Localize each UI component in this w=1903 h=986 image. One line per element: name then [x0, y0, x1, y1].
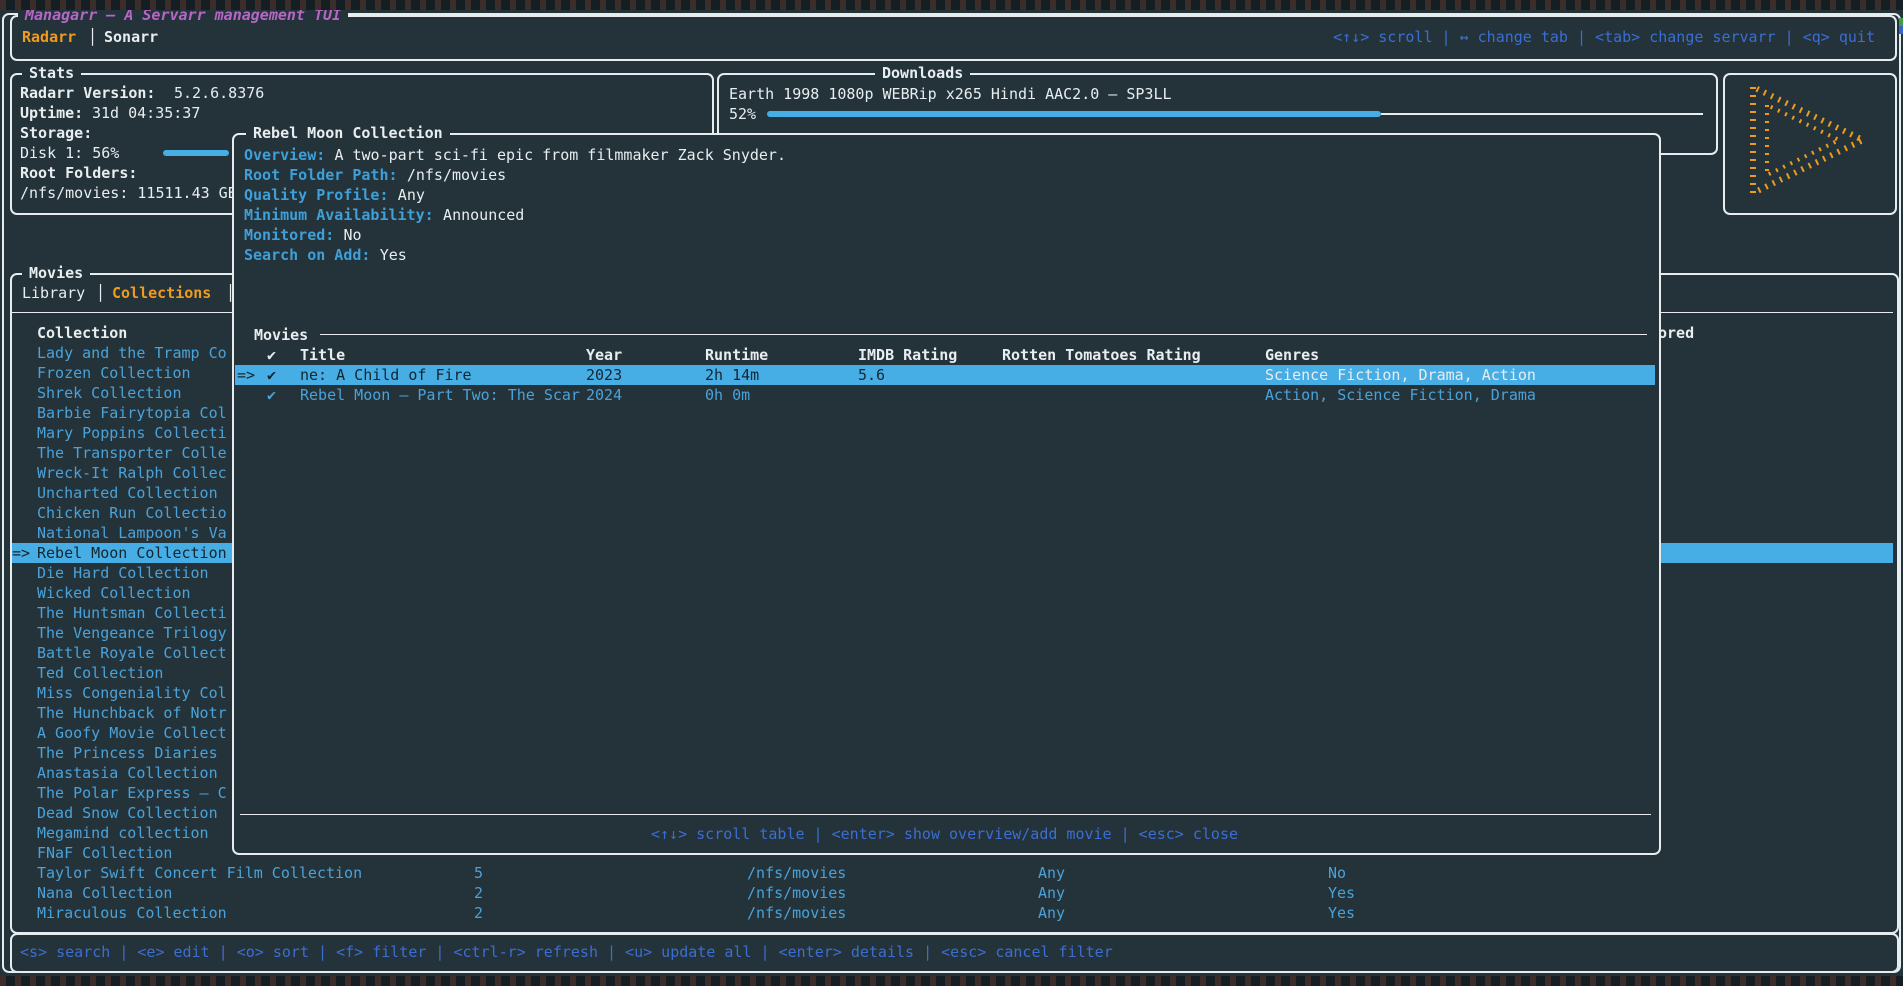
- collection-list-item[interactable]: Rebel Moon Collection: [37, 543, 227, 563]
- modal-field-value: Announced: [443, 205, 524, 225]
- collection-list-item[interactable]: Barbie Fairytopia Col: [37, 403, 227, 423]
- collection-list-item[interactable]: The Transporter Colle: [37, 443, 227, 463]
- collection-quality-profile: Any: [1038, 863, 1065, 883]
- modal-field-label: Search on Add:: [244, 245, 370, 265]
- modal-footer-divider: [240, 814, 1651, 815]
- collection-monitored-flag: Yes: [1328, 903, 1355, 923]
- collection-list-item[interactable]: Miss Congeniality Col: [37, 683, 227, 703]
- collection-list-item[interactable]: FNaF Collection: [37, 843, 172, 863]
- collection-list-item[interactable]: Shrek Collection: [37, 383, 182, 403]
- modal-movies-divider: [320, 334, 1647, 335]
- collection-list-item[interactable]: National Lampoon's Va: [37, 523, 227, 543]
- movies-table-header-runtime: Runtime: [705, 345, 768, 365]
- modal-field-label: Minimum Availability:: [244, 205, 434, 225]
- collection-list-item[interactable]: Mary Poppins Collecti: [37, 423, 227, 443]
- modal-field-label: Root Folder Path:: [244, 165, 398, 185]
- collection-monitored-flag: No: [1328, 863, 1346, 883]
- collection-list-item[interactable]: Lady and the Tramp Co: [37, 343, 227, 363]
- collection-root-folder: /nfs/movies: [747, 903, 846, 923]
- collection-list-item[interactable]: Chicken Run Collectio: [37, 503, 227, 523]
- collection-monitored-flag: Yes: [1328, 883, 1355, 903]
- collection-list-item[interactable]: Taylor Swift Concert Film Collection: [37, 863, 362, 883]
- collection-list-item[interactable]: The Polar Express – C: [37, 783, 227, 803]
- collection-list-item[interactable]: Ted Collection: [37, 663, 163, 683]
- modal-field-value: A two-part sci-fi epic from filmmaker Za…: [334, 145, 786, 165]
- collection-list-item[interactable]: The Huntsman Collecti: [37, 603, 227, 623]
- collection-list-item[interactable]: Wreck-It Ralph Collec: [37, 463, 227, 483]
- collection-movie-count: 2: [474, 903, 483, 923]
- collection-list-item[interactable]: Wicked Collection: [37, 583, 191, 603]
- movies-table-header-genres: Genres: [1265, 345, 1319, 365]
- collection-list-item[interactable]: Frozen Collection: [37, 363, 191, 383]
- movie-table-row[interactable]: [235, 385, 1655, 405]
- collection-list-item[interactable]: Miraculous Collection: [37, 903, 227, 923]
- collection-list-item[interactable]: A Goofy Movie Collect: [37, 723, 227, 743]
- modal-keybindings: <↑↓> scroll table | <enter> show overvie…: [234, 824, 1655, 844]
- collection-list-item[interactable]: The Princess Diaries: [37, 743, 218, 763]
- modal-movies-title: Movies: [254, 325, 308, 345]
- modal-title: Rebel Moon Collection: [246, 123, 450, 143]
- modal-field-label: Overview:: [244, 145, 325, 165]
- collection-list-item[interactable]: Die Hard Collection: [37, 563, 209, 583]
- collection-list-item[interactable]: Anastasia Collection: [37, 763, 218, 783]
- modal-field-value: No: [344, 225, 362, 245]
- collection-details-modal: Rebel Moon Collection Overview:A two-par…: [232, 133, 1661, 855]
- collection-list-item[interactable]: Megamind collection: [37, 823, 209, 843]
- managarr-screen: Managarr – A Servarr management TUI Rada…: [0, 0, 1903, 986]
- modal-field-label: Monitored:: [244, 225, 334, 245]
- collection-root-folder: /nfs/movies: [747, 883, 846, 903]
- collection-movie-count: 2: [474, 883, 483, 903]
- collection-list-item[interactable]: Dead Snow Collection: [37, 803, 218, 823]
- collection-list-item[interactable]: The Vengeance Trilogy: [37, 623, 227, 643]
- collection-list-item[interactable]: The Hunchback of Notr: [37, 703, 227, 723]
- movies-table-header-imdb: IMDB Rating: [858, 345, 957, 365]
- collection-list-item[interactable]: Battle Royale Collect: [37, 643, 227, 663]
- modal-field-value: /nfs/movies: [407, 165, 506, 185]
- collection-selector-arrow: =>: [12, 543, 30, 563]
- modal-field-label: Quality Profile:: [244, 185, 389, 205]
- movie-table-row[interactable]: [235, 365, 1655, 385]
- collection-list-item[interactable]: Uncharted Collection: [37, 483, 218, 503]
- modal-field-value: Yes: [380, 245, 407, 265]
- collection-quality-profile: Any: [1038, 903, 1065, 923]
- bottombar-keybindings: <s> search | <e> edit | <o> sort | <f> f…: [20, 942, 1113, 962]
- cutoff-terminal-row-top: [0, 0, 1903, 10]
- collection-quality-profile: Any: [1038, 883, 1065, 903]
- modal-field-value: Any: [398, 185, 425, 205]
- movies-table-header-check: ✔: [267, 345, 276, 365]
- collection-movie-count: 5: [474, 863, 483, 883]
- cutoff-terminal-row-bottom: [0, 976, 1903, 986]
- collection-list-item[interactable]: Nana Collection: [37, 883, 172, 903]
- collection-root-folder: /nfs/movies: [747, 863, 846, 883]
- movies-table-header-year: Year: [586, 345, 622, 365]
- movies-table-header-rt: Rotten Tomatoes Rating: [1002, 345, 1201, 365]
- movies-table-header-title: Title: [300, 345, 345, 365]
